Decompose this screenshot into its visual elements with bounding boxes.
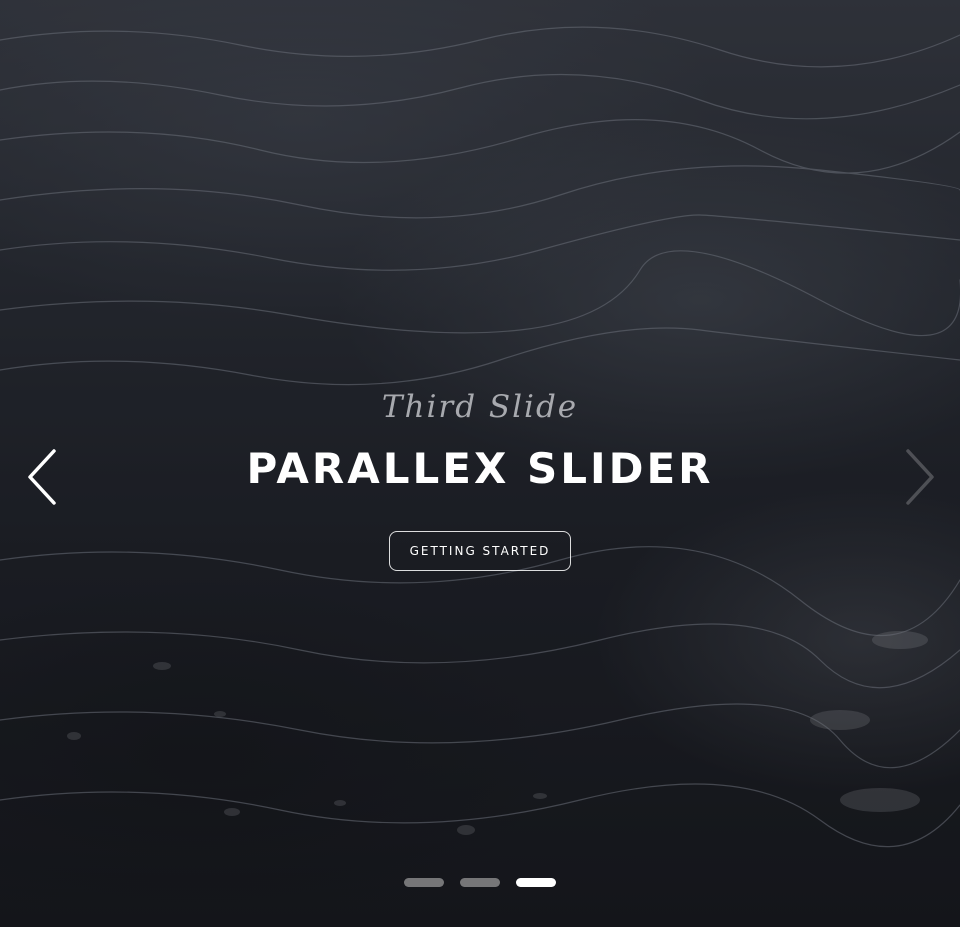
next-slide-button[interactable] bbox=[900, 445, 940, 509]
slide-title: PARALLEX SLIDER bbox=[246, 444, 714, 493]
previous-slide-button[interactable] bbox=[22, 445, 62, 509]
slide-subtitle: Third Slide bbox=[381, 389, 579, 425]
getting-started-button[interactable]: GETTING STARTED bbox=[388, 531, 572, 571]
chevron-right-icon bbox=[906, 449, 934, 505]
slide-dot-2[interactable] bbox=[460, 878, 500, 887]
slide-dot-3[interactable] bbox=[516, 878, 556, 887]
hero-slider: Third Slide PARALLEX SLIDER GETTING STAR… bbox=[0, 0, 960, 927]
slide-dot-1[interactable] bbox=[404, 878, 444, 887]
slide-caption: Third Slide PARALLEX SLIDER GETTING STAR… bbox=[0, 385, 960, 571]
chevron-left-icon bbox=[28, 449, 56, 505]
slide-pagination bbox=[0, 878, 960, 887]
